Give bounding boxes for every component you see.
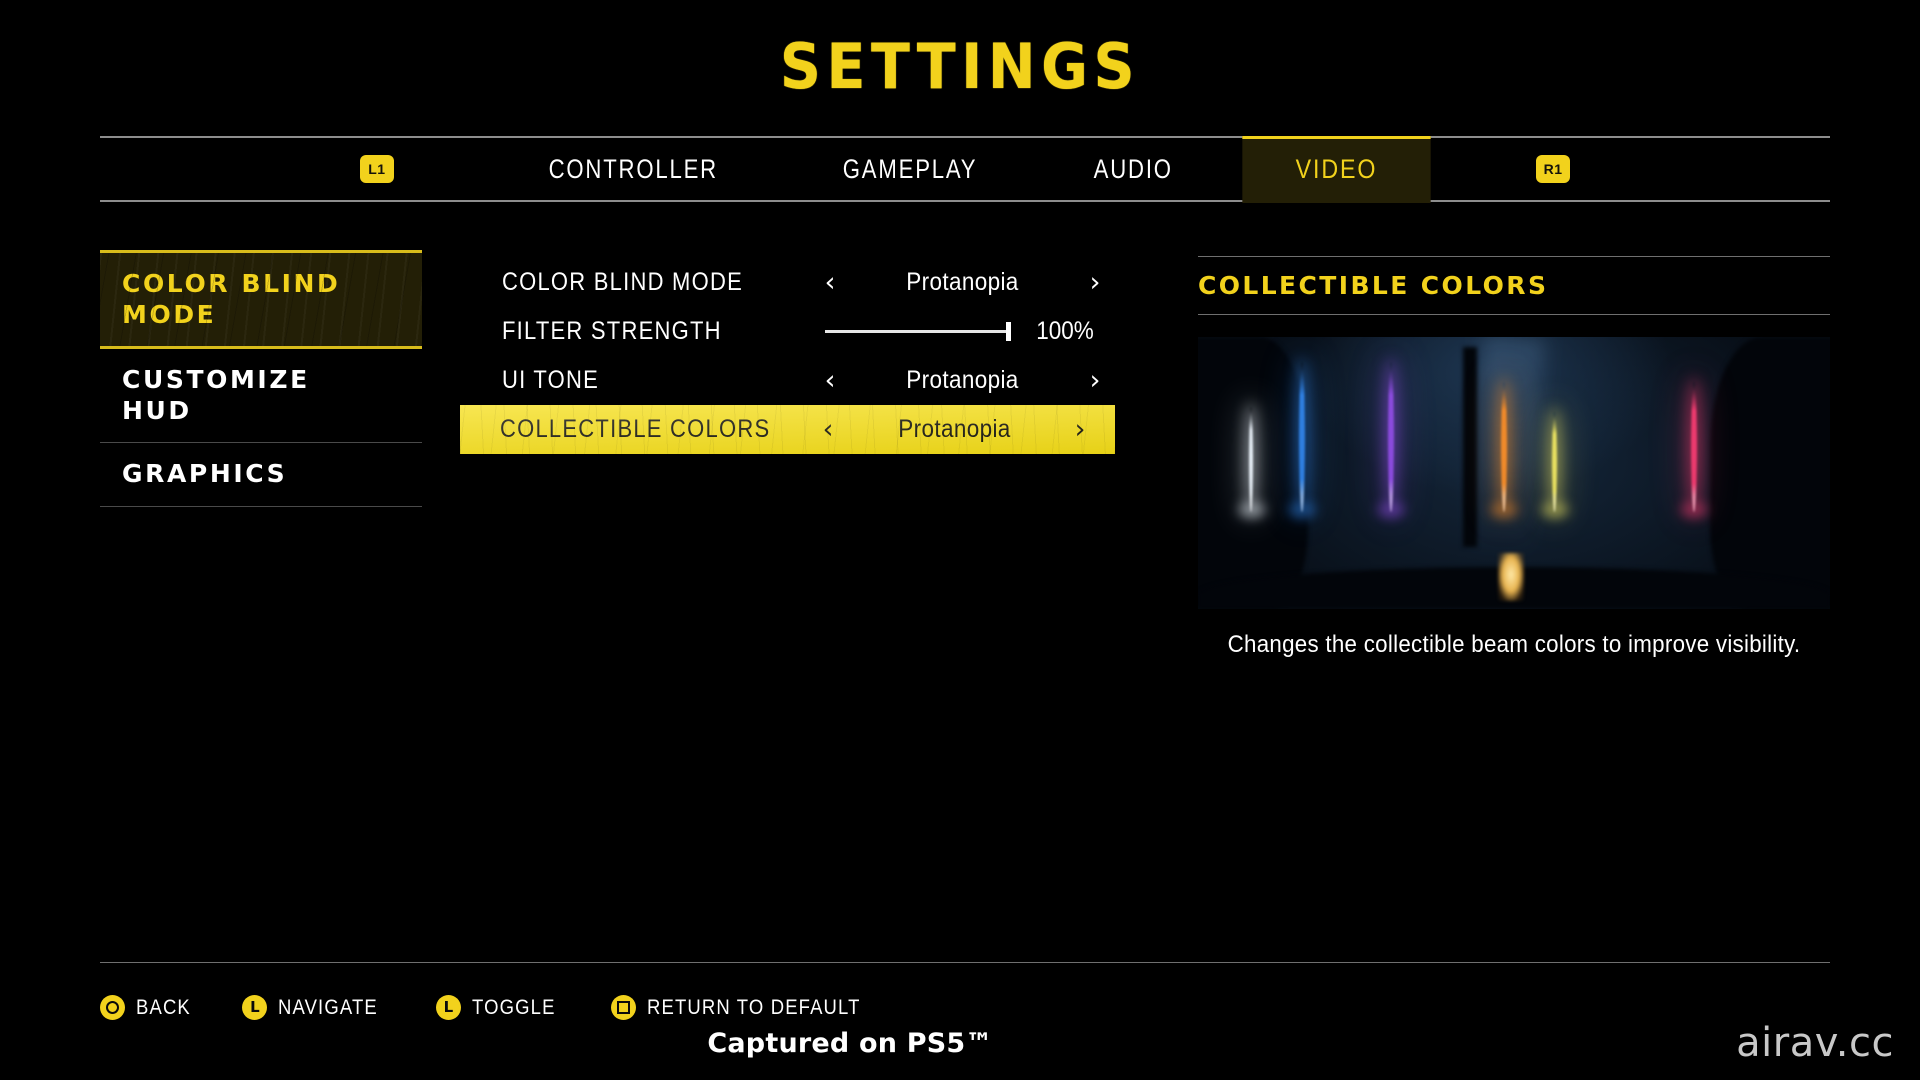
sidebar-item-graphics[interactable]: GRAPHICS [100, 443, 422, 507]
tab-gameplay[interactable]: GAMEPLAY [805, 137, 1015, 201]
prompt-label: NAVIGATE [278, 995, 379, 1019]
pink-beam [1690, 382, 1697, 512]
preview-description: Changes the collectible beam colors to i… [1227, 631, 1801, 658]
option-row-filter-strength[interactable]: FILTER STRENGTH 100% [480, 307, 1130, 356]
option-value: Protanopia [906, 268, 1019, 296]
left-stick-glyph: L [250, 998, 260, 1016]
slider-value: 100% [1036, 317, 1094, 345]
option-stepper: ‹ Protanopia › [815, 415, 1093, 444]
touchpad-button-icon [610, 995, 636, 1020]
option-stepper: ‹ Protanopia › [817, 268, 1108, 297]
rock-right [1710, 337, 1830, 609]
chevron-left-icon[interactable]: ‹ [817, 269, 843, 296]
yellow-beam-base-glow [1540, 503, 1569, 517]
blue-beam-base-glow [1288, 503, 1317, 517]
option-row-color-blind-mode[interactable]: COLOR BLIND MODE ‹ Protanopia › [480, 258, 1130, 307]
tab-controller[interactable]: CONTROLLER [511, 137, 756, 201]
circle-button-icon [100, 995, 125, 1020]
options-list: COLOR BLIND MODE ‹ Protanopia › FILTER S… [460, 258, 1130, 454]
tab-bar: L1 CONTROLLER GAMEPLAY AUDIO VIDEO R1 [100, 135, 1830, 203]
slider-handle[interactable] [1006, 322, 1011, 341]
chevron-right-icon[interactable]: › [1067, 416, 1093, 443]
footer-rule [100, 962, 1830, 963]
white-beam-base-glow [1237, 503, 1266, 517]
captured-caption: Captured on PS5™ [707, 1028, 993, 1059]
option-value: Protanopia [906, 366, 1019, 394]
page-title: SETTINGS [779, 30, 1141, 103]
preview-panel: COLLECTIBLE COLORS Changes the collectib… [1198, 256, 1830, 659]
sidebar-item-color-blind-mode[interactable]: COLOR BLIND MODE [100, 250, 422, 349]
settings-sidebar: COLOR BLIND MODE CUSTOMIZE HUD GRAPHICS [100, 250, 422, 507]
option-label: FILTER STRENGTH [502, 317, 722, 345]
chevron-right-icon[interactable]: › [1082, 367, 1108, 394]
yellow-beam [1551, 412, 1557, 512]
sidebar-item-customize-hud[interactable]: CUSTOMIZE HUD [100, 349, 422, 443]
filter-strength-slider[interactable] [825, 322, 1011, 342]
preview-image [1198, 337, 1830, 609]
chevron-left-icon[interactable]: ‹ [815, 416, 841, 443]
button-prompts: BACK L NAVIGATE L TOGGLE RETURN TO DEFAU… [100, 995, 889, 1020]
left-stick-glyph: L [443, 998, 454, 1016]
prompt-back[interactable]: BACK [100, 995, 198, 1020]
option-label: COLLECTIBLE COLORS [500, 415, 771, 443]
white-beam [1248, 407, 1253, 512]
r1-bumper-icon[interactable]: R1 [1536, 155, 1571, 183]
tab-video[interactable]: VIDEO [1242, 135, 1431, 203]
site-watermark: airav.cc [1736, 1020, 1894, 1066]
prompt-return-to-default[interactable]: RETURN TO DEFAULT [610, 995, 890, 1020]
purple-beam [1387, 362, 1394, 512]
left-stick-icon: L [242, 995, 268, 1020]
pink-beam-base-glow [1679, 503, 1708, 517]
prompt-navigate[interactable]: L NAVIGATE [242, 995, 391, 1020]
option-stepper: ‹ Protanopia › [817, 366, 1108, 395]
tab-audio[interactable]: AUDIO [1056, 137, 1211, 201]
pillar-center [1463, 347, 1478, 547]
prompt-label: TOGGLE [471, 995, 556, 1019]
chevron-right-icon[interactable]: › [1082, 269, 1108, 296]
purple-beam-base-glow [1376, 503, 1405, 517]
slider-track [825, 330, 1011, 333]
prompt-toggle[interactable]: L TOGGLE [435, 995, 567, 1020]
rock-left [1198, 337, 1308, 609]
preview-bottom-rule [1198, 314, 1830, 315]
prompt-label: BACK [136, 995, 191, 1019]
light-shaft [1468, 337, 1546, 549]
left-stick-icon: L [435, 995, 461, 1020]
option-value: Protanopia [897, 415, 1011, 443]
option-label: COLOR BLIND MODE [502, 268, 743, 296]
option-slider-wrap: 100% [817, 317, 1108, 346]
preview-heading: COLLECTIBLE COLORS [1198, 271, 1549, 300]
option-row-collectible-colors[interactable]: COLLECTIBLE COLORS ‹ Protanopia › [460, 405, 1115, 454]
option-label: UI TONE [502, 366, 600, 394]
player-character [1498, 553, 1525, 601]
l1-bumper-icon[interactable]: L1 [359, 155, 394, 183]
option-row-ui-tone[interactable]: UI TONE ‹ Protanopia › [480, 356, 1130, 405]
settings-screen: SETTINGS L1 CONTROLLER GAMEPLAY AUDIO VI… [0, 0, 1920, 1080]
prompt-label: RETURN TO DEFAULT [646, 995, 861, 1019]
chevron-left-icon[interactable]: ‹ [817, 367, 843, 394]
